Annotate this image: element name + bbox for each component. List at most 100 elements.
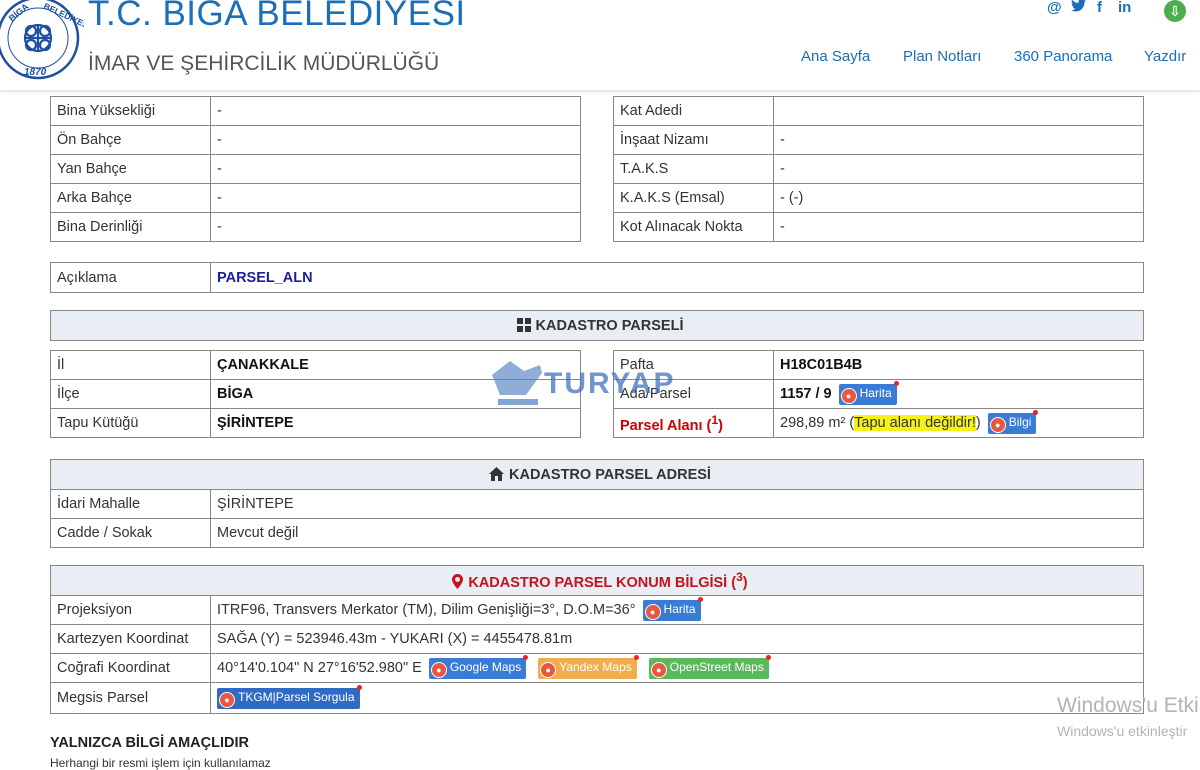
row-label: İnşaat Nizamı: [613, 125, 774, 155]
aciklama-table: Açıklama PARSEL_ALN: [50, 262, 1144, 293]
footnote-ref[interactable]: 3: [736, 570, 743, 584]
row-label: İdari Mahalle: [50, 489, 211, 519]
globe-icon: ●: [540, 661, 557, 678]
row-value: -: [773, 125, 1144, 155]
cografi-value: 40°14'0.104" N 27°16'52.980" E: [217, 659, 422, 676]
row-label: Megsis Parsel: [50, 682, 211, 714]
windows-activation-title: Windows'u Etki: [1057, 694, 1199, 717]
row-value: 40°14'0.104" N 27°16'52.980" E ● Google M…: [210, 653, 1144, 683]
nav-ana-sayfa[interactable]: Ana Sayfa: [801, 48, 870, 65]
row-value: ŞİRİNTEPE: [210, 489, 1144, 519]
nav-360-panorama[interactable]: 360 Panorama: [1014, 48, 1112, 65]
table-row: Kat Adedi: [613, 96, 1144, 126]
table-row: Tapu Kütüğü ŞİRİNTEPE: [50, 408, 581, 438]
table-row: Açıklama PARSEL_ALN: [50, 262, 1144, 293]
row-value: -: [773, 212, 1144, 242]
parsel-alani-cell: 298,89 m² (Tapu alanı değildir!) ● Bilgi: [773, 408, 1144, 438]
row-value: -: [773, 154, 1144, 184]
pafta-label: Pafta: [613, 350, 774, 380]
windows-activation-subtitle: Windows'u etkinleştir: [1057, 723, 1188, 739]
parsel-alani-value: 298,89 m² (: [780, 414, 855, 431]
section-title: KADASTRO PARSELİ: [50, 310, 1144, 341]
row-value: BİGA: [210, 379, 581, 409]
table-row: İl ÇANAKKALE: [50, 350, 581, 380]
table-row: T.A.K.S -: [613, 154, 1144, 184]
row-label: Ön Bahçe: [50, 125, 211, 155]
globe-icon: ●: [989, 416, 1006, 433]
info-disclaimer-title: YALNIZCA BİLGİ AMAÇLIDIR: [50, 735, 249, 751]
municipality-logo[interactable]: BİGA BELEDİYESİ 1870: [0, 0, 84, 84]
harita-button[interactable]: ● Harita: [642, 596, 703, 621]
bilgi-button[interactable]: ● Bilgi: [987, 409, 1039, 434]
table-row: Cadde / Sokak Mevcut değil: [50, 518, 1144, 548]
pafta-value: H18C01B4B: [773, 350, 1144, 380]
section-title: KADASTRO PARSEL ADRESİ: [50, 459, 1144, 490]
tapu-note: Tapu alanı değildir!: [854, 414, 976, 431]
section-title-text: KADASTRO PARSEL KONUM BİLGİSİ (: [468, 574, 737, 591]
globe-icon: ●: [219, 691, 235, 708]
tkgm-parsel-sorgula-button[interactable]: ● TKGM|Parsel Sorgula: [217, 684, 362, 709]
email-icon[interactable]: @: [1047, 0, 1062, 16]
table-row: Arka Bahçe -: [50, 183, 581, 213]
parsel-alani-close: ): [975, 414, 981, 431]
row-label: Kartezyen Koordinat: [50, 624, 211, 654]
badge-dot: [893, 380, 899, 386]
info-disclaimer-subtitle: Herhangi bir resmi işlem için kullanılam…: [50, 756, 271, 770]
harita-button-label: Harita: [663, 601, 696, 616]
site-subtitle: İMAR VE ŞEHİRCİLİK MÜDÜRLÜĞÜ: [88, 52, 440, 75]
row-label: Bina Yüksekliği: [50, 96, 211, 126]
google-maps-button[interactable]: ● Google Maps: [428, 654, 529, 679]
facebook-icon[interactable]: f: [1097, 0, 1102, 16]
ada-parsel-value: 1157 / 9: [780, 385, 832, 402]
parsel-table-right: Pafta H18C01B4B Ada/Parsel 1157 / 9 ● Har…: [613, 350, 1144, 438]
globe-icon: ●: [644, 603, 661, 620]
parsel-alani-label-end: ): [718, 417, 723, 434]
grid-icon: [516, 317, 531, 332]
section-title-text: KADASTRO PARSEL ADRESİ: [509, 466, 711, 483]
globe-icon: ●: [650, 661, 667, 678]
table-row: Projeksiyon ITRF96, Transvers Merkator (…: [50, 595, 1144, 625]
row-label: Yan Bahçe: [50, 154, 211, 184]
badge-dot: [633, 654, 639, 660]
site-title[interactable]: T.C. BİGA BELEDİYESİ: [88, 0, 466, 34]
row-value: SAĞA (Y) = 523946.43m - YUKARI (X) = 445…: [210, 624, 1144, 654]
yandex-maps-button[interactable]: ● Yandex Maps: [538, 654, 639, 679]
table-row: Ada/Parsel 1157 / 9 ● Harita: [613, 379, 1144, 409]
row-label: Bina Derinliği: [50, 212, 211, 242]
linkedin-icon[interactable]: in: [1118, 0, 1131, 16]
openstreet-maps-label: OpenStreet Maps: [669, 659, 764, 674]
kadastro-parseli-section: KADASTRO PARSELİ: [50, 310, 1144, 341]
row-label: Projeksiyon: [50, 595, 211, 625]
google-maps-label: Google Maps: [449, 659, 522, 674]
download-icon[interactable]: ⇩: [1164, 0, 1186, 22]
projeksiyon-value: ITRF96, Transvers Merkator (TM), Dilim G…: [217, 601, 636, 618]
table-row: K.A.K.S (Emsal) - (-): [613, 183, 1144, 213]
row-value: [773, 96, 1144, 126]
section-title-end: ): [742, 574, 748, 591]
row-value: ● TKGM|Parsel Sorgula: [210, 682, 1144, 714]
nav-plan-notlari[interactable]: Plan Notları: [903, 48, 981, 65]
yandex-maps-label: Yandex Maps: [559, 659, 632, 674]
row-label: Kat Adedi: [613, 96, 774, 126]
table-row: Coğrafi Koordinat 40°14'0.104" N 27°16'5…: [50, 653, 1144, 683]
row-value: -: [210, 154, 581, 184]
harita-button[interactable]: ● Harita: [838, 380, 899, 405]
twitter-icon[interactable]: [1071, 0, 1086, 16]
table-row: İnşaat Nizamı -: [613, 125, 1144, 155]
row-label: Arka Bahçe: [50, 183, 211, 213]
row-value: -: [210, 183, 581, 213]
row-value: ITRF96, Transvers Merkator (TM), Dilim G…: [210, 595, 1144, 625]
ada-parsel-label: Ada/Parsel: [613, 379, 774, 409]
row-label: K.A.K.S (Emsal): [613, 183, 774, 213]
openstreet-maps-button[interactable]: ● OpenStreet Maps: [648, 654, 771, 679]
row-value: ÇANAKKALE: [210, 350, 581, 380]
badge-dot: [697, 596, 703, 602]
parsel-alani-label-text: Parsel Alanı (: [620, 417, 712, 434]
table-row: Pafta H18C01B4B: [613, 350, 1144, 380]
row-value: -: [210, 125, 581, 155]
section-title: KADASTRO PARSEL KONUM BİLGİSİ (3): [50, 565, 1144, 596]
home-icon: [489, 466, 505, 481]
nav-yazdir[interactable]: Yazdır: [1144, 48, 1186, 65]
svg-text:1870: 1870: [24, 67, 47, 78]
adres-table: KADASTRO PARSEL ADRESİ İdari Mahalle ŞİRİ…: [50, 459, 1144, 548]
